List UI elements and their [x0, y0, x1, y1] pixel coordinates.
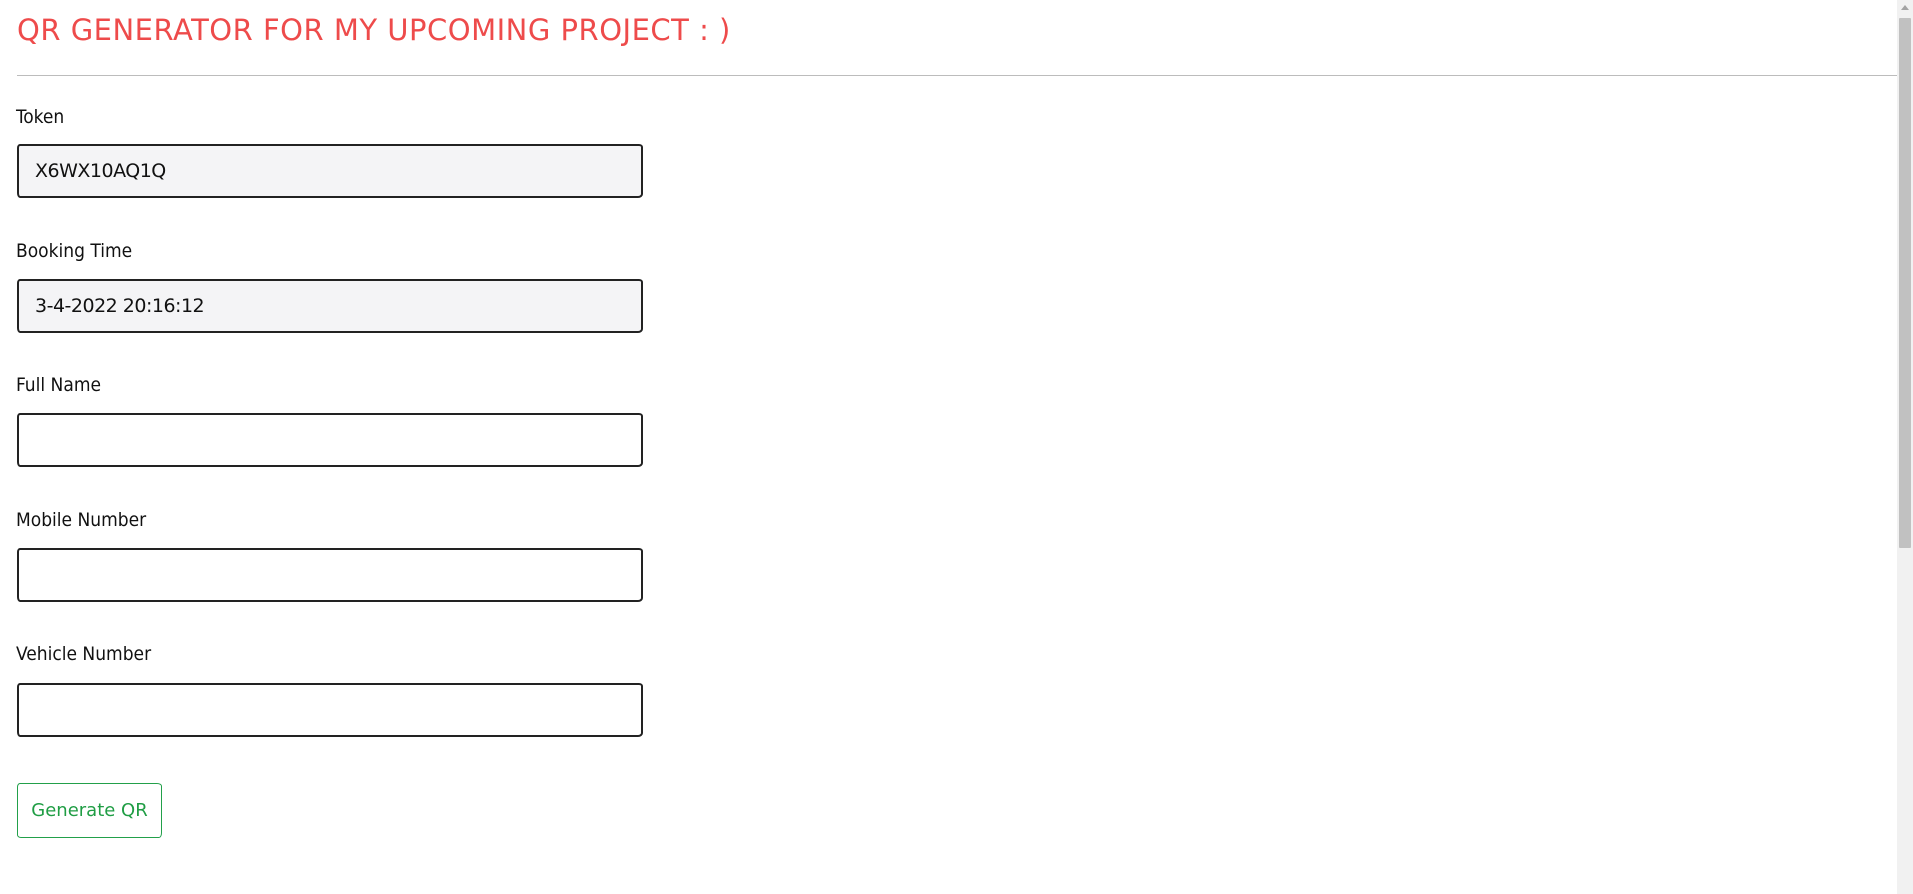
token-field[interactable]: [17, 144, 643, 198]
booking-time-label: Booking Time: [16, 240, 133, 262]
vehicle-number-field[interactable]: [17, 683, 643, 737]
vehicle-number-label: Vehicle Number: [16, 643, 152, 665]
mobile-number-label: Mobile Number: [16, 509, 147, 531]
full-name-field[interactable]: [17, 413, 643, 467]
page-title: QR GENERATOR FOR MY UPCOMING PROJECT : ): [17, 13, 731, 47]
mobile-number-field[interactable]: [17, 548, 643, 602]
full-name-label: Full Name: [16, 374, 101, 396]
booking-time-field[interactable]: [17, 279, 643, 333]
scrollbar-thumb[interactable]: [1899, 18, 1911, 548]
title-divider: [17, 75, 1897, 76]
generate-qr-button[interactable]: Generate QR: [17, 783, 162, 838]
page: QR GENERATOR FOR MY UPCOMING PROJECT : )…: [0, 0, 1913, 894]
scroll-up-arrow-icon[interactable]: [1901, 5, 1909, 10]
token-label: Token: [16, 106, 65, 128]
page-scrollbar[interactable]: [1897, 0, 1913, 894]
